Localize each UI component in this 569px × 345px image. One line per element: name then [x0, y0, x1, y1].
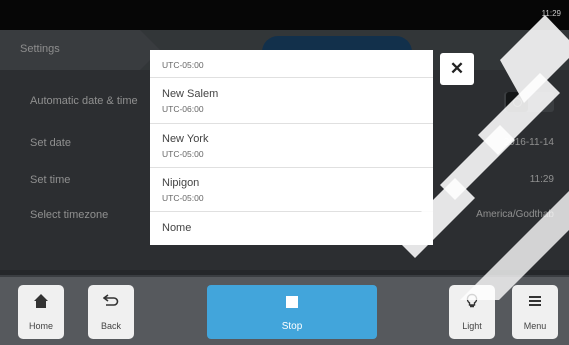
- close-icon: ✕: [449, 59, 465, 78]
- light-button[interactable]: Light: [449, 285, 495, 339]
- timezone-offset: UTC-05:00: [162, 149, 204, 159]
- timezone-item[interactable]: New York UTC-05:00: [150, 124, 433, 168]
- timezone-offset: UTC-05:00: [162, 193, 204, 203]
- bottom-navigation-bar: Home Back Stop Light Menu: [0, 277, 569, 345]
- status-bar: 11:29: [0, 0, 569, 30]
- menu-label: Menu: [523, 321, 547, 331]
- home-label: Home: [28, 321, 53, 331]
- timezone-picker-dialog: UTC-05:00 New Salem UTC-06:00 New York U…: [150, 50, 433, 245]
- timezone-item[interactable]: Nipigon UTC-05:00: [150, 168, 433, 212]
- timezone-city: New York: [162, 133, 209, 145]
- timezone-city: Nipigon: [162, 177, 200, 189]
- lightbulb-icon: [449, 293, 495, 314]
- menu-button[interactable]: Menu: [512, 285, 558, 339]
- stop-icon: [286, 296, 298, 308]
- back-arrow-icon: [88, 293, 134, 314]
- timezone-item[interactable]: New Salem UTC-06:00: [150, 78, 433, 124]
- timezone-city: Nome: [162, 222, 192, 234]
- home-icon: [18, 293, 64, 314]
- timezone-offset: UTC-06:00: [162, 104, 204, 114]
- stop-button[interactable]: Stop: [207, 285, 377, 339]
- timezone-item[interactable]: UTC-05:00: [150, 50, 433, 78]
- light-label: Light: [462, 321, 482, 331]
- timezone-city: New Salem: [162, 88, 219, 100]
- timezone-offset: UTC-05:00: [162, 60, 204, 70]
- back-button[interactable]: Back: [88, 285, 134, 339]
- stop-label: Stop: [281, 321, 303, 332]
- device-screen: 11:29 Settings Automatic date & time Set…: [0, 0, 569, 345]
- home-button[interactable]: Home: [18, 285, 64, 339]
- close-button[interactable]: ✕: [440, 53, 474, 85]
- status-time: 11:29: [541, 9, 561, 18]
- back-label: Back: [100, 321, 121, 331]
- menu-icon: [512, 293, 558, 314]
- timezone-item[interactable]: Nome: [150, 212, 433, 245]
